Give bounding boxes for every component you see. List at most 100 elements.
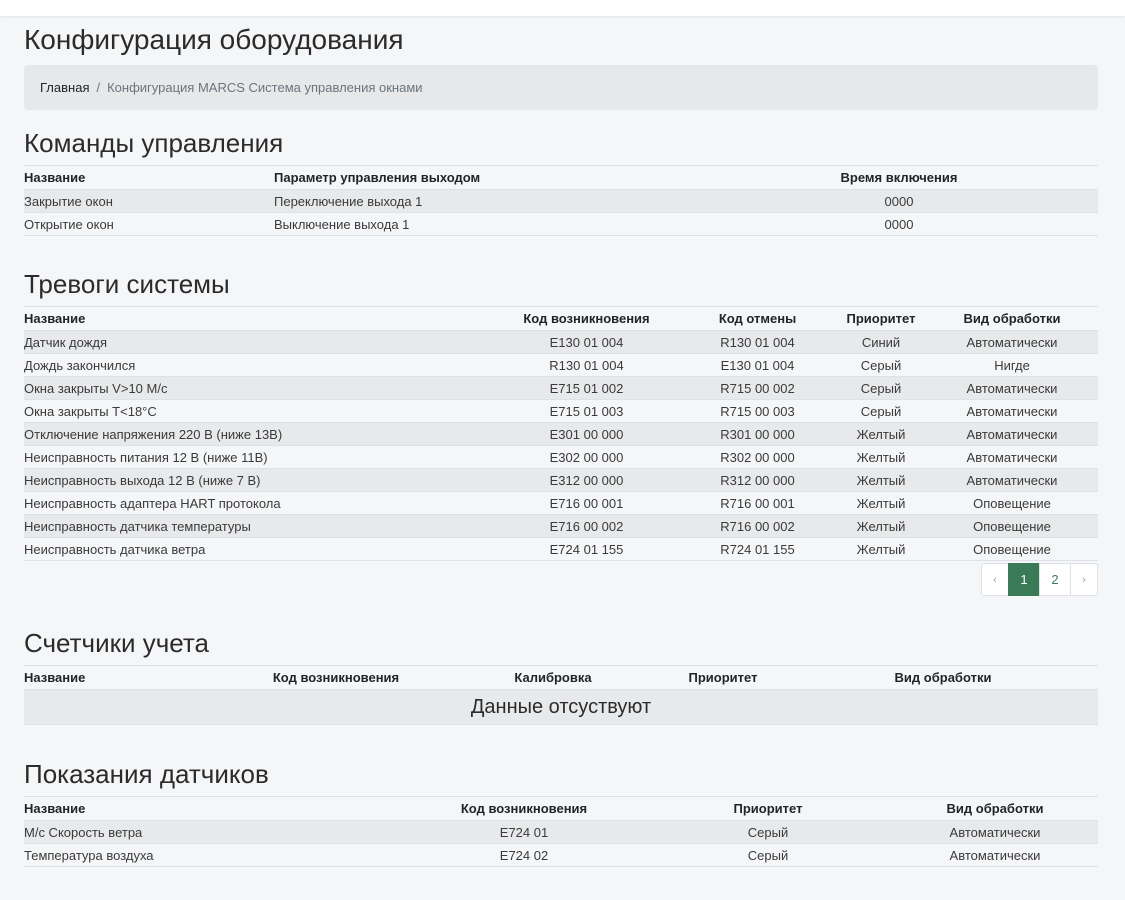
alarm-cancel-code: R302 00 000 [679, 445, 836, 469]
alarm-handling: Оповещение [926, 537, 1098, 561]
alarm-code: R130 01 004 [494, 353, 679, 377]
table-row: Окна закрыты T<18°С E715 01 003 R715 00 … [24, 399, 1098, 423]
alarm-code: E715 01 003 [494, 399, 679, 423]
column-header: Название [24, 665, 224, 690]
table-row-empty: Данные отсуствуют [24, 689, 1098, 725]
table-row: Датчик дождя E130 01 004 R130 01 004 Син… [24, 330, 1098, 354]
alarm-priority: Желтый [836, 491, 926, 515]
table-row: Дождь закончился R130 01 004 E130 01 004… [24, 353, 1098, 377]
pagination-page-2[interactable]: 2 [1039, 563, 1071, 596]
alarm-code: E312 00 000 [494, 468, 679, 492]
column-header: Код возникновения [494, 306, 679, 331]
alarm-name: Неисправность адаптера HART протокола [24, 491, 494, 515]
alarm-code: E301 00 000 [494, 422, 679, 446]
pagination-page-1[interactable]: 1 [1008, 563, 1040, 596]
alarm-cancel-code: R716 00 001 [679, 491, 836, 515]
command-parameter: Переключение выхода 1 [274, 189, 814, 213]
column-header: Название [24, 306, 494, 331]
sensor-name: М/с Скорость ветра [24, 820, 404, 844]
alarm-cancel-code: R301 00 000 [679, 422, 836, 446]
empty-state-message: Данные отсуствуют [24, 689, 1098, 725]
sensor-code: E724 01 [404, 820, 644, 844]
alarm-handling: Автоматически [926, 468, 1098, 492]
alarm-name: Окна закрыты V>10 М/с [24, 376, 494, 400]
alarm-cancel-code: R724 01 155 [679, 537, 836, 561]
column-header: Код возникновения [224, 665, 448, 690]
command-name: Закрытие окон [24, 189, 274, 213]
alarm-name: Датчик дождя [24, 330, 494, 354]
table-header-row: Название Код возникновения Код отмены Пр… [24, 306, 1098, 331]
alarm-name: Неисправность датчика ветра [24, 537, 494, 561]
alarm-name: Неисправность выхода 12 В (ниже 7 В) [24, 468, 494, 492]
alarm-cancel-code: R312 00 000 [679, 468, 836, 492]
alarm-handling: Автоматически [926, 445, 1098, 469]
table-row: Закрытие окон Переключение выхода 1 0000 [24, 189, 1098, 213]
alarm-cancel-code: R130 01 004 [679, 330, 836, 354]
alarm-priority: Желтый [836, 537, 926, 561]
breadcrumb: Главная / Конфигурация MARCS Система упр… [24, 65, 1098, 110]
breadcrumb-home-link[interactable]: Главная [40, 80, 89, 95]
sensors-table: Название Код возникновения Приоритет Вид… [24, 796, 1098, 867]
sensor-handling: Автоматически [892, 843, 1098, 867]
alarm-priority: Серый [836, 376, 926, 400]
alarm-priority: Желтый [836, 468, 926, 492]
breadcrumb-current: Конфигурация MARCS Система управления ок… [107, 80, 423, 95]
table-row: Отключение напряжения 220 В (ниже 13В) E… [24, 422, 1098, 446]
sensor-priority: Серый [644, 820, 892, 844]
alarm-name: Дождь закончился [24, 353, 494, 377]
pagination-prev-button[interactable]: ‹ [981, 563, 1009, 596]
table-row: М/с Скорость ветра E724 01 Серый Автомат… [24, 820, 1098, 844]
alarm-priority: Желтый [836, 514, 926, 538]
column-header: Приоритет [836, 306, 926, 331]
column-header: Код возникновения [404, 796, 644, 821]
sensor-handling: Автоматически [892, 820, 1098, 844]
alarm-handling: Автоматически [926, 399, 1098, 423]
alarm-cancel-code: R715 00 003 [679, 399, 836, 423]
column-header: Вид обработки [892, 796, 1098, 821]
table-row: Окна закрыты V>10 М/с E715 01 002 R715 0… [24, 376, 1098, 400]
column-header: Название [24, 165, 274, 190]
table-cell-spacer [984, 212, 1098, 236]
sensor-priority: Серый [644, 843, 892, 867]
alarm-handling: Оповещение [926, 491, 1098, 515]
column-header: Калибровка [448, 665, 658, 690]
sensors-section-title: Показания датчиков [24, 759, 269, 789]
column-header-spacer [984, 165, 1098, 190]
command-time: 0000 [814, 189, 984, 213]
table-cell-spacer [984, 189, 1098, 213]
table-row: Неисправность выхода 12 В (ниже 7 В) E31… [24, 468, 1098, 492]
alarms-section-title: Тревоги системы [24, 269, 230, 299]
alarms-pagination: ‹ 1 2 › [24, 563, 1098, 596]
table-row: Неисправность датчика температуры E716 0… [24, 514, 1098, 538]
column-header: Название [24, 796, 404, 821]
sensor-name: Температура воздуха [24, 843, 404, 867]
alarm-handling: Автоматически [926, 376, 1098, 400]
breadcrumb-separator: / [96, 80, 101, 95]
table-header-row: Название Код возникновения Калибровка Пр… [24, 665, 1098, 690]
alarm-name: Окна закрыты T<18°С [24, 399, 494, 423]
alarm-priority: Желтый [836, 445, 926, 469]
alarm-name: Неисправность датчика температуры [24, 514, 494, 538]
commands-table: Название Параметр управления выходом Вре… [24, 165, 1098, 236]
alarm-code: E716 00 002 [494, 514, 679, 538]
pagination-next-button[interactable]: › [1070, 563, 1098, 596]
table-row: Неисправность питания 12 В (ниже 11В) E3… [24, 445, 1098, 469]
column-header: Вид обработки [788, 665, 1098, 690]
alarm-code: E130 01 004 [494, 330, 679, 354]
alarm-priority: Желтый [836, 422, 926, 446]
alarm-code: E715 01 002 [494, 376, 679, 400]
alarm-code: E716 00 001 [494, 491, 679, 515]
alarm-handling: Нигде [926, 353, 1098, 377]
table-header-row: Название Код возникновения Приоритет Вид… [24, 796, 1098, 821]
alarm-priority: Серый [836, 399, 926, 423]
alarm-name: Отключение напряжения 220 В (ниже 13В) [24, 422, 494, 446]
alarm-name: Неисправность питания 12 В (ниже 11В) [24, 445, 494, 469]
counters-table: Название Код возникновения Калибровка Пр… [24, 665, 1098, 725]
table-row: Неисправность датчика ветра E724 01 155 … [24, 537, 1098, 561]
command-time: 0000 [814, 212, 984, 236]
table-row: Неисправность адаптера HART протокола E7… [24, 491, 1098, 515]
command-parameter: Выключение выхода 1 [274, 212, 814, 236]
alarm-priority: Серый [836, 353, 926, 377]
counters-section-title: Счетчики учета [24, 628, 209, 658]
commands-section-title: Команды управления [24, 128, 284, 158]
